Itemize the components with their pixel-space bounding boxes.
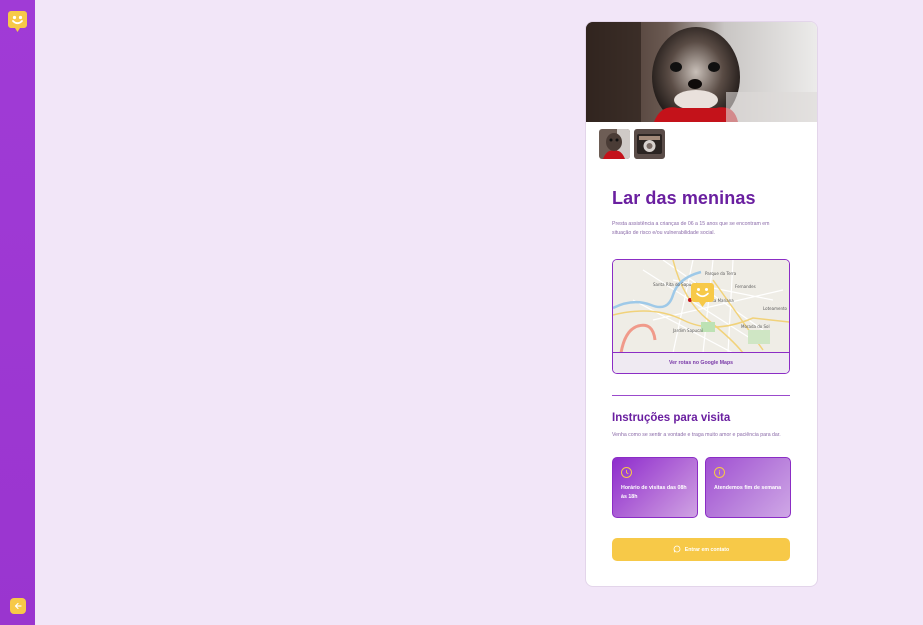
section-divider bbox=[612, 395, 790, 396]
visit-instructions-title: Instruções para visita bbox=[612, 412, 731, 424]
info-icon bbox=[714, 467, 725, 478]
location-map[interactable]: Parque da Terra Santa Rita do Sapucaí Vi… bbox=[612, 259, 790, 374]
orphanage-name: Lar das meninas bbox=[612, 188, 756, 208]
back-button[interactable] bbox=[10, 598, 26, 614]
smiley-chat-icon[interactable] bbox=[8, 11, 27, 32]
thumbnail-dog-photo[interactable] bbox=[599, 129, 630, 159]
map-label-jardim: Jardim Sapucaí bbox=[672, 328, 704, 333]
clock-icon bbox=[621, 467, 632, 478]
weekend-info-card: Atendemos fim de semana bbox=[705, 457, 791, 518]
map-label-fernandes: Fernandes bbox=[735, 284, 756, 289]
hero-photo bbox=[586, 22, 817, 122]
whatsapp-icon bbox=[673, 545, 681, 555]
weekend-info-text: Atendemos fim de semana bbox=[714, 485, 782, 491]
orphanage-description: Presta assistência a crianças de 06 a 15… bbox=[612, 221, 770, 236]
visiting-hours-card: Horário de visitas das 08h às 18h bbox=[612, 457, 698, 518]
google-maps-route-link[interactable]: Ver rotas no Google Maps bbox=[613, 352, 789, 373]
arrow-left-icon bbox=[14, 597, 22, 615]
orphanage-details-card: Lar das meninas Presta assistência a cri… bbox=[585, 21, 818, 587]
map-label-loteamento: Loteamento bbox=[763, 306, 788, 311]
contact-button[interactable]: Entrar em contato bbox=[612, 538, 790, 561]
sidebar bbox=[0, 0, 35, 625]
thumbnail-camera-photo[interactable] bbox=[634, 129, 665, 159]
photo-thumbnails bbox=[599, 129, 665, 159]
contact-button-label: Entrar em contato bbox=[684, 546, 730, 553]
map-label-parque: Parque da Terra bbox=[705, 271, 737, 276]
visit-instructions-text: Venha como se sentir a vontade e traga m… bbox=[612, 432, 781, 438]
visiting-hours-text: Horário de visitas das 08h às 18h bbox=[621, 485, 687, 500]
map-label-morada: Morada do Sol bbox=[741, 324, 770, 329]
